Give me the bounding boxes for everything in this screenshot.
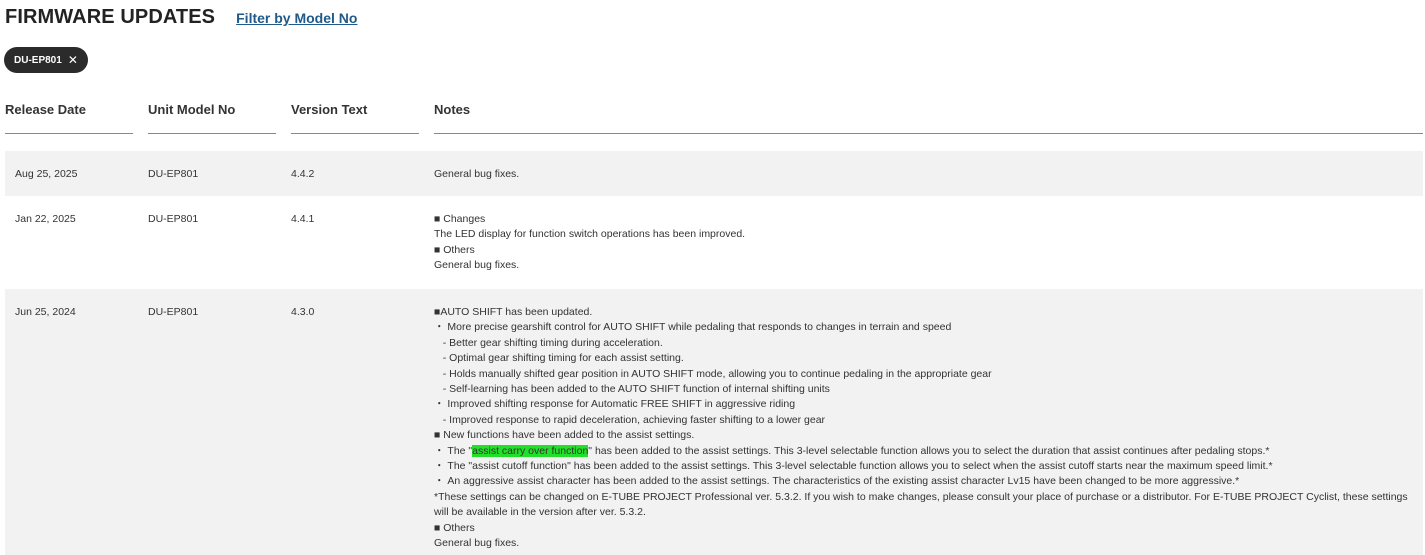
table-row: Jan 22, 2025 DU-EP801 4.4.1 ■ Changes Th… — [5, 196, 1423, 289]
column-header-release-date: Release Date — [5, 102, 133, 134]
note-line: General bug fixes. — [434, 259, 520, 272]
version: 4.4.2 — [291, 168, 315, 180]
note-line-highlighted: ・ The "assist carry over function" has b… — [434, 444, 1423, 459]
note-line: The LED display for function switch oper… — [434, 228, 746, 241]
note-line: General bug fixes. — [434, 168, 520, 180]
note-prefix: ・ The " — [434, 444, 473, 457]
note-line: ・ Improved shifting response for Automat… — [434, 398, 796, 411]
note-line: - Optimal gear shifting timing for each … — [434, 352, 684, 365]
note-line: - Holds manually shifted gear position i… — [434, 367, 992, 380]
notes: ■AUTO SHIFT has been updated. ・ More pre… — [434, 305, 1423, 552]
note-line: - Improved response to rapid deceleratio… — [434, 413, 826, 426]
release-date: Jan 22, 2025 — [15, 213, 76, 225]
note-line: ■ Others — [434, 521, 475, 534]
release-date: Jun 25, 2024 — [15, 306, 76, 318]
table-row: Jun 25, 2024 DU-EP801 4.3.0 ■AUTO SHIFT … — [5, 289, 1423, 555]
notes: ■ Changes The LED display for function s… — [434, 212, 1423, 274]
note-line: ■ New functions have been added to the a… — [434, 429, 695, 442]
note-line: ・ The "assist cutoff function" has been … — [434, 460, 1273, 473]
release-date: Aug 25, 2025 — [15, 168, 78, 180]
note-line: - Self-learning has been added to the AU… — [434, 383, 830, 396]
page-header: FIRMWARE UPDATES Filter by Model No — [5, 6, 357, 29]
page-title: FIRMWARE UPDATES — [5, 6, 216, 28]
version: 4.3.0 — [291, 306, 315, 318]
note-line: - Better gear shifting timing during acc… — [434, 336, 663, 349]
column-header-notes: Notes — [434, 102, 1423, 134]
notes: General bug fixes. — [434, 167, 1423, 182]
note-line: *These settings can be changed on E-TUBE… — [434, 490, 1408, 519]
filter-chip-label: DU-EP801 — [14, 54, 62, 66]
column-header-version: Version Text — [291, 102, 419, 134]
note-suffix: " has been added to the assist settings.… — [588, 444, 1270, 457]
note-line: ■AUTO SHIFT has been updated. — [434, 306, 593, 318]
note-line: General bug fixes. — [434, 537, 520, 550]
table-row: Aug 25, 2025 DU-EP801 4.4.2 General bug … — [5, 151, 1423, 196]
note-line: ■ Others — [434, 243, 475, 256]
unit-model: DU-EP801 — [148, 306, 199, 318]
highlighted-text: assist carry over function — [472, 444, 589, 457]
filter-by-model-link[interactable]: Filter by Model No — [236, 10, 357, 26]
unit-model: DU-EP801 — [148, 168, 199, 180]
filter-chip[interactable]: DU-EP801 ✕ — [4, 47, 88, 73]
unit-model: DU-EP801 — [148, 213, 199, 225]
close-icon[interactable]: ✕ — [68, 54, 78, 66]
version: 4.4.1 — [291, 213, 315, 225]
note-line: ・ More precise gearshift control for AUT… — [434, 321, 952, 334]
note-line: ■ Changes — [434, 213, 486, 225]
column-header-unit-model: Unit Model No — [148, 102, 276, 134]
note-line: ・ An aggressive assist character has bee… — [434, 475, 1240, 488]
